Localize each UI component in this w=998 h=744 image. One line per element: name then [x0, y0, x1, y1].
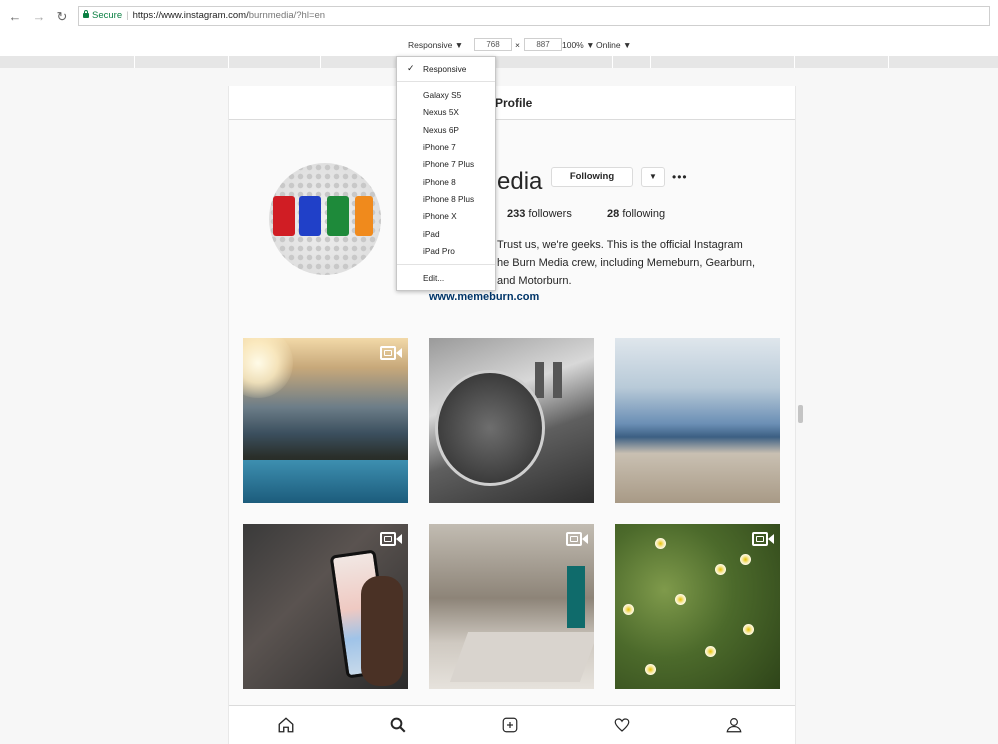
profile-header-bar: Profile [229, 86, 795, 120]
ruler-tick [612, 56, 613, 68]
device-option-responsive[interactable]: Responsive [423, 64, 466, 74]
reload-icon[interactable]: ↻ [55, 10, 69, 24]
video-camera-icon [566, 532, 588, 546]
address-bar[interactable]: Secure | https://www.instagram.com/burnmed… [78, 6, 990, 26]
bio-line: and Motorburn. [497, 275, 572, 287]
back-arrow-icon[interactable]: ← [8, 10, 22, 24]
profile-username: edia [497, 168, 543, 195]
photo-tower [535, 362, 544, 398]
photo-sun [243, 338, 293, 398]
zoom-select[interactable]: 100% ▼ [562, 40, 595, 50]
profile-icon[interactable] [725, 716, 743, 734]
photo-flower [645, 664, 656, 675]
edit-devices-option[interactable]: Edit... [423, 273, 444, 283]
video-camera-icon [380, 532, 402, 546]
bottom-navigation [229, 705, 795, 744]
heart-icon[interactable] [613, 716, 631, 734]
page-title: Profile [495, 96, 533, 110]
avatar-red-brick [273, 196, 295, 236]
ruler-tick [794, 56, 795, 68]
dropdown-arrow-icon: ▼ [454, 40, 464, 50]
device-option[interactable]: iPhone X [423, 211, 457, 221]
avatar-blue-brick [299, 196, 321, 236]
width-input[interactable]: 768 [474, 38, 512, 51]
home-icon[interactable] [277, 716, 295, 734]
photo-flower [623, 604, 634, 615]
device-option[interactable]: iPhone 7 Plus [423, 159, 474, 169]
photo-flower [740, 554, 751, 565]
device-toolbar: Responsive ▼ 768 × 887 100% ▼ Online ▼ [0, 34, 998, 57]
device-option[interactable]: iPad Pro [423, 246, 455, 256]
photo-flower [743, 624, 754, 635]
ruler-tick [228, 56, 229, 68]
device-option[interactable]: iPhone 7 [423, 142, 456, 152]
menu-divider [397, 264, 495, 265]
profile-bio: Trust us, we're geeks. This is the offic… [497, 236, 787, 290]
photo-tower [553, 362, 562, 398]
photo-flower [705, 646, 716, 657]
instagram-profile-page: Profile edia Following ▼ ••• 233 followe… [228, 86, 796, 744]
url-path: burnmedia/?hl=en [248, 10, 326, 21]
dropdown-arrow-icon: ▼ [622, 40, 632, 50]
bio-line: he Burn Media crew, including Memeburn, … [497, 257, 756, 269]
checkmark-icon: ✓ [407, 63, 415, 73]
browser-chrome: ← → ↻ Secure | https://www.instagram.com/b… [0, 0, 998, 34]
device-select[interactable]: Responsive ▼ [408, 40, 463, 50]
menu-divider [397, 81, 495, 82]
following-button[interactable]: Following [551, 167, 633, 187]
secure-label: Secure [92, 10, 123, 21]
post-thumbnail[interactable] [243, 524, 408, 689]
ruler-tick [888, 56, 889, 68]
caret-down-icon: ▼ [649, 172, 657, 181]
ruler-tick [320, 56, 321, 68]
scrollbar-thumb[interactable] [798, 405, 803, 423]
lock-icon [83, 10, 89, 18]
video-camera-icon [380, 346, 402, 360]
ruler-tick [134, 56, 135, 68]
photo-door [567, 566, 585, 628]
height-input[interactable]: 887 [524, 38, 562, 51]
device-dropdown-menu: ✓ Responsive Galaxy S5 Nexus 5X Nexus 6P… [396, 56, 496, 291]
bio-line: Trust us, we're geeks. This is the offic… [497, 239, 743, 251]
post-thumbnail[interactable] [615, 338, 780, 503]
device-option[interactable]: iPhone 8 Plus [423, 194, 474, 204]
network-select[interactable]: Online ▼ [596, 40, 631, 50]
post-thumbnail[interactable] [429, 524, 594, 689]
dropdown-arrow-icon: ▼ [586, 40, 595, 50]
search-icon[interactable] [389, 716, 407, 734]
address-separator: | [126, 10, 129, 21]
device-option[interactable]: Galaxy S5 [423, 90, 461, 100]
following-count[interactable]: 28 following [607, 208, 665, 220]
suggestions-dropdown-button[interactable]: ▼ [641, 167, 665, 187]
post-thumbnail[interactable] [243, 338, 408, 503]
followers-count[interactable]: 233 followers [507, 208, 572, 220]
photo-flower [655, 538, 666, 549]
device-option[interactable]: iPhone 8 [423, 177, 456, 187]
dimension-separator: × [515, 40, 520, 50]
photo-pool [243, 460, 408, 503]
device-option[interactable]: Nexus 6P [423, 125, 459, 135]
avatar-green-brick [327, 196, 349, 236]
device-option[interactable]: iPad [423, 229, 440, 239]
photo-hand [361, 576, 403, 686]
add-post-icon[interactable] [501, 716, 519, 734]
photo-flower [715, 564, 726, 575]
photo-skate-ramp [449, 632, 594, 682]
profile-website-link[interactable]: www.memeburn.com [429, 291, 539, 303]
forward-arrow-icon[interactable]: → [32, 10, 46, 24]
ruler-tick [650, 56, 651, 68]
device-viewport: Profile edia Following ▼ ••• 233 followe… [0, 68, 998, 744]
video-camera-icon [752, 532, 774, 546]
photo-flower [675, 594, 686, 605]
avatar[interactable] [269, 163, 381, 275]
photo-sign [435, 370, 545, 486]
device-option[interactable]: Nexus 5X [423, 107, 459, 117]
media-query-ruler[interactable] [0, 56, 998, 68]
url-host: https://www.instagram.com/ [132, 10, 249, 21]
avatar-orange-brick [355, 196, 373, 236]
post-thumbnail[interactable] [615, 524, 780, 689]
post-thumbnail[interactable] [429, 338, 594, 503]
more-options-icon[interactable]: ••• [672, 170, 688, 184]
